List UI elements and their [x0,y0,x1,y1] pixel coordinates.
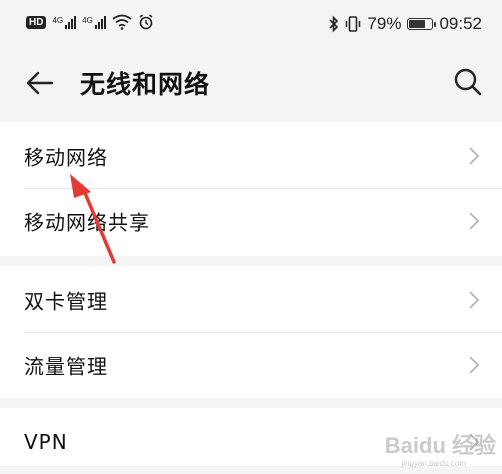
watermark: Baidu 经验 jingyan.baidu.com [384,428,496,468]
battery-icon [407,18,437,30]
settings-item-label: 移动网络共享 [24,210,150,235]
clock: 09:52 [439,14,482,33]
wifi-icon [112,14,132,30]
watermark-url: jingyan.baidu.com [401,459,466,468]
chevron-right-icon [469,291,480,309]
vibrate-icon [346,16,361,32]
signal-icon: 4G [82,15,106,29]
page-title: 无线和网络 [80,70,211,99]
settings-item-label: 流量管理 [24,354,108,379]
settings-group-sim-data: 双卡管理 流量管理 [0,266,502,398]
settings-item-mobile-network[interactable]: 移动网络 [0,124,502,188]
chevron-right-icon [469,356,480,374]
settings-item-data-usage[interactable]: 流量管理 [0,333,502,397]
search-icon[interactable] [452,66,484,98]
section-gap [0,256,502,266]
settings-item-dual-sim[interactable]: 双卡管理 [0,268,502,332]
status-left: HD 4G 4G [26,14,154,30]
battery-percent: 79% [367,14,402,33]
chevron-right-icon [469,212,480,230]
hd-badge: HD [26,15,47,29]
alarm-icon [139,14,153,30]
arrow-left-icon[interactable] [24,67,56,99]
status-right: 79% 09:52 [329,14,482,34]
bluetooth-icon [329,15,339,33]
settings-item-label: VPN [24,430,68,454]
status-bar: HD 4G 4G 79% 09:52 [0,0,502,52]
settings-item-label: 移动网络 [24,145,108,170]
app-bar: 无线和网络 [0,52,502,114]
chevron-right-icon [469,147,480,165]
section-gap [0,398,502,408]
signal-icon: 4G [52,15,77,29]
settings-item-tethering[interactable]: 移动网络共享 [0,189,502,253]
watermark-text: Baidu 经验 [384,433,496,458]
settings-group-network: 移动网络 移动网络共享 [0,122,502,256]
settings-item-label: 双卡管理 [24,289,108,314]
